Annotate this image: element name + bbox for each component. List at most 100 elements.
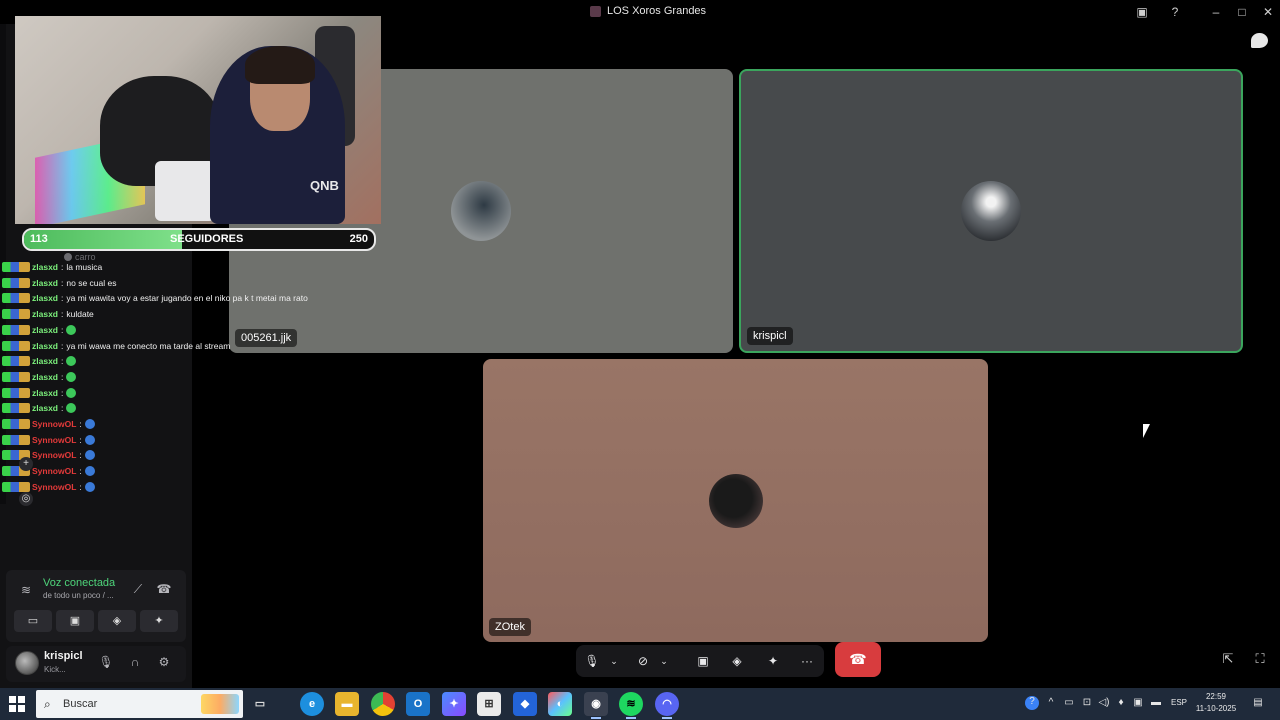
tray-app-icon[interactable]: ⊡ [1080, 697, 1094, 708]
participant-tile-2-speaking[interactable]: krispicl [739, 69, 1243, 353]
outlook-icon[interactable]: O [406, 692, 430, 716]
dropbox-icon[interactable]: ◆ [513, 692, 537, 716]
minimize-button[interactable]: – [1207, 4, 1225, 20]
chat-message: zlasxd: [2, 401, 77, 415]
chat-separator: : [61, 262, 64, 272]
user-name[interactable]: krispicl [44, 650, 83, 662]
activity-icon[interactable]: ◈ [728, 650, 746, 672]
headphones-icon[interactable]: ∩ [126, 655, 144, 669]
chat-username: zlasxd [32, 403, 58, 414]
windows-start-icon[interactable] [9, 696, 25, 712]
camera-off-button[interactable]: ▭ [14, 610, 52, 632]
copilot-icon[interactable]: ✦ [442, 692, 466, 716]
chat-username: zlasxd [32, 293, 58, 304]
volume-icon[interactable]: ◁) [1097, 697, 1111, 708]
chat-separator: : [79, 434, 82, 445]
file-explorer-icon[interactable]: ▬ [335, 692, 359, 716]
chat-username: SynnowOL [32, 481, 77, 492]
show-hidden-icons-icon[interactable]: ^ [1044, 697, 1058, 708]
chat-username: zlasxd [32, 356, 58, 367]
screen-share-icon[interactable]: ▣ [694, 650, 712, 672]
settings-gear-icon[interactable]: ⚙ [155, 655, 173, 669]
window-title: LOS Xoros Grandes [590, 5, 706, 17]
fullscreen-icon[interactable]: ⛶ [1252, 651, 1268, 667]
chat-separator: : [61, 293, 64, 304]
chat-emote-icon [84, 434, 95, 445]
signal-icon[interactable]: ≋ [16, 580, 36, 600]
maximize-button[interactable]: □ [1233, 4, 1251, 20]
chat-username: zlasxd [32, 371, 58, 382]
screen-share-button[interactable]: ▣ [56, 610, 94, 632]
server-icon [590, 5, 601, 17]
windows-taskbar: ⌕ Buscar ▭ e ▬ O ✦ ⊞ ◆ ◐ ◉ ≋ ◠ ? ^ ▭ ⊡ ◁… [0, 688, 1280, 720]
participant-tile-3[interactable]: ZOtek [483, 359, 988, 642]
input-language[interactable]: ESP [1171, 698, 1187, 707]
add-server-icon[interactable]: + [19, 457, 33, 471]
noise-suppression-icon[interactable]: ⟋ [128, 579, 148, 599]
battery-tray-icon[interactable]: ▬ [1149, 697, 1163, 708]
user-badges-icon [2, 434, 30, 445]
inbox-icon[interactable]: ▣ [1133, 4, 1151, 20]
chat-message: zlasxd: [2, 386, 77, 400]
chat-username: zlasxd [32, 262, 58, 272]
activity-button[interactable]: ◈ [98, 610, 136, 632]
user-badges-icon [2, 371, 30, 382]
chat-username: SynnowOL [32, 450, 77, 461]
soundboard-button[interactable]: ✦ [140, 610, 178, 632]
chrome-icon[interactable] [371, 692, 395, 716]
microphone-icon[interactable]: 🎙︎ [97, 655, 115, 669]
user-avatar[interactable] [15, 651, 39, 675]
chat-message: zlasxd: [2, 323, 77, 337]
microphone-tray-icon[interactable]: ♦ [1114, 697, 1128, 708]
chevron-down-icon[interactable]: ⌄ [608, 650, 620, 672]
user-badges-icon [2, 481, 30, 492]
voice-status[interactable]: Voz conectada [43, 577, 115, 589]
task-view-icon[interactable]: ▭ [248, 692, 272, 716]
participant-avatar [961, 181, 1021, 241]
chat-separator: : [61, 403, 64, 414]
participant-name: krispicl [747, 327, 793, 345]
followers-label: SEGUIDORES [170, 233, 244, 245]
chat-username: zlasxd [32, 387, 58, 398]
user-status: Kick... [44, 665, 66, 674]
camera-off-icon[interactable]: ⊘ [634, 650, 652, 672]
disconnect-icon[interactable]: ☎ [154, 579, 174, 599]
chat-message: zlasxd: ya mi wawa me conecto ma tarde al… [2, 339, 230, 353]
help-icon[interactable]: ? [1166, 4, 1184, 20]
network-tray-icon[interactable]: ▭ [1062, 697, 1076, 708]
close-button[interactable]: ✕ [1259, 4, 1277, 20]
taskbar-search[interactable]: ⌕ Buscar [36, 690, 243, 718]
user-badges-icon [2, 262, 30, 272]
chat-message: zlasxd: no se cual es [2, 276, 116, 290]
user-badges-icon [2, 403, 30, 414]
chat-separator: : [61, 387, 64, 398]
microsoft-store-icon[interactable]: ⊞ [477, 692, 501, 716]
user-badges-icon [2, 340, 30, 351]
popout-icon[interactable]: ⇱ [1220, 651, 1236, 667]
user-panel: krispicl Kick... 🎙︎ ∩ ⚙ [6, 646, 186, 682]
chat-username: zlasxd [32, 340, 58, 351]
help-tray-icon[interactable]: ? [1025, 696, 1039, 710]
spotify-icon[interactable]: ≋ [619, 692, 643, 719]
more-options-icon[interactable]: ··· [798, 650, 816, 672]
participant-avatar [451, 181, 511, 241]
discover-icon[interactable]: ◎ [19, 492, 33, 506]
chat-message: SynnowOL: [2, 433, 95, 447]
chevron-down-icon[interactable]: ⌄ [658, 650, 670, 672]
call-controls: 🎙︎ ⌄ ⊘ ⌄ ▣ ◈ ✦ ··· [576, 645, 824, 677]
display-tray-icon[interactable]: ▣ [1131, 697, 1145, 708]
microphone-icon[interactable]: 🎙︎ [584, 650, 600, 672]
chat-message: zlasxd: [2, 354, 77, 368]
discord-icon[interactable]: ◠ [655, 692, 679, 719]
leave-call-button[interactable]: ☎ [835, 642, 881, 677]
edge-icon[interactable]: e [300, 692, 324, 716]
system-clock[interactable]: 22:59 11-10-2025 [1195, 691, 1237, 715]
obs-icon[interactable]: ◉ [584, 692, 608, 719]
notifications-icon[interactable]: ▤ [1251, 697, 1265, 708]
chat-bubble-icon[interactable] [1251, 33, 1268, 48]
app-icon[interactable]: ◐ [548, 692, 572, 716]
soundboard-icon[interactable]: ✦ [764, 650, 782, 672]
voice-channel[interactable]: de todo un poco / ... [43, 591, 114, 600]
discord-window: LOS Xoros Grandes ▣ ? – □ ✕ 005261.jjk k… [0, 0, 1280, 720]
search-placeholder: Buscar [63, 698, 98, 710]
